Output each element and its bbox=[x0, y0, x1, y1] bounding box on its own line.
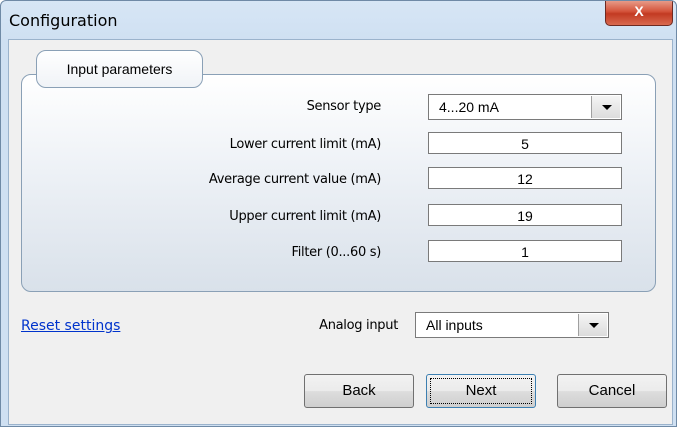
dialog-body: Sensor type 4...20 mA Lower current limi… bbox=[8, 39, 673, 425]
filter-label: Filter (0...60 s) bbox=[291, 245, 382, 260]
sensor-type-value: 4...20 mA bbox=[439, 99, 499, 115]
cancel-button[interactable]: Cancel bbox=[557, 374, 667, 408]
sensor-type-select[interactable]: 4...20 mA bbox=[428, 94, 622, 120]
window-title: Configuration bbox=[9, 11, 118, 30]
back-button[interactable]: Back bbox=[304, 374, 414, 408]
analog-input-value: All inputs bbox=[426, 317, 483, 333]
sensor-type-dropdown-button[interactable] bbox=[591, 96, 620, 118]
analog-input-dropdown-button[interactable] bbox=[578, 314, 607, 336]
close-icon: X bbox=[634, 3, 644, 19]
next-button[interactable]: Next bbox=[426, 374, 536, 408]
chevron-down-icon bbox=[589, 323, 599, 328]
analog-input-label: Analog input bbox=[319, 318, 398, 333]
upper-current-label: Upper current limit (mA) bbox=[229, 209, 381, 224]
analog-input-select[interactable]: All inputs bbox=[415, 312, 609, 338]
reset-settings-link[interactable]: Reset settings bbox=[21, 318, 120, 334]
filter-input[interactable]: 1 bbox=[428, 240, 622, 262]
lower-current-label: Lower current limit (mA) bbox=[229, 137, 382, 152]
sensor-type-label: Sensor type bbox=[306, 99, 382, 114]
configuration-window: Configuration X Sensor type 4...20 mA Lo… bbox=[0, 0, 677, 427]
average-current-label: Average current value (mA) bbox=[208, 172, 381, 187]
close-button[interactable]: X bbox=[605, 1, 673, 26]
upper-current-input[interactable]: 19 bbox=[428, 204, 622, 226]
focus-rectangle bbox=[430, 378, 532, 404]
title-bar: Configuration X bbox=[1, 1, 676, 39]
chevron-down-icon bbox=[602, 105, 612, 110]
input-parameters-group: Sensor type 4...20 mA Lower current limi… bbox=[21, 74, 656, 292]
average-current-input[interactable]: 12 bbox=[428, 167, 622, 189]
lower-current-input[interactable]: 5 bbox=[428, 132, 622, 154]
input-parameters-title: Input parameters bbox=[36, 50, 203, 88]
